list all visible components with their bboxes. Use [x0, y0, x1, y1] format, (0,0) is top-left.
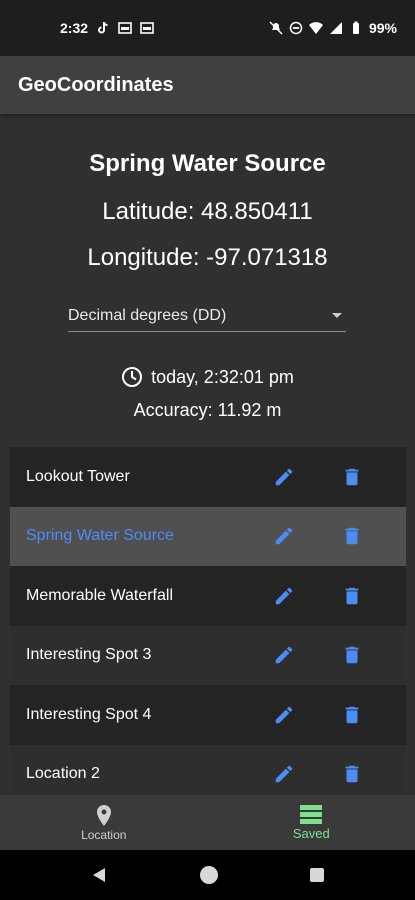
list-item[interactable]: Lookout Tower — [10, 447, 406, 507]
recents-icon[interactable] — [308, 866, 326, 884]
status-time: 2:32 — [60, 20, 89, 36]
nav-saved-label: Saved — [292, 826, 330, 841]
nav-saved[interactable]: Saved — [208, 795, 415, 850]
signal-icon — [329, 22, 342, 34]
delete-button[interactable] — [338, 701, 366, 729]
calendar-icon — [140, 22, 154, 34]
edit-icon — [275, 587, 293, 604]
edit-icon — [275, 765, 293, 783]
list-item-label: Lookout Tower — [26, 467, 130, 485]
accuracy-value: Accuracy: 11.92 m — [133, 400, 282, 420]
longitude-value: Longitude: -97.071318 — [87, 244, 328, 271]
list-item-label: Location 2 — [26, 765, 100, 783]
app-title: GeoCoordinates — [18, 73, 174, 96]
app-bar: GeoCoordinates — [0, 56, 415, 114]
saved-locations-list: Lookout Tower Spring Water Source Memora… — [10, 447, 406, 804]
nav-location[interactable]: Location — [0, 795, 208, 850]
mute-icon — [269, 21, 283, 35]
latitude-value: Latitude: 48.850411 — [102, 198, 313, 225]
delete-icon — [345, 528, 359, 545]
delete-icon — [345, 706, 359, 723]
list-item[interactable]: Interesting Spot 4 — [10, 685, 406, 745]
back-icon[interactable] — [90, 865, 110, 885]
location-name: Spring Water Source — [89, 150, 326, 177]
nav-location-label: Location — [81, 827, 127, 842]
coordinate-format-value: Decimal degrees (DD) — [68, 306, 227, 324]
tiktok-icon — [98, 21, 108, 34]
timestamp-row: today, 2:32:01 pm — [0, 366, 415, 388]
list-item[interactable]: Interesting Spot 3 — [10, 625, 406, 685]
edit-button[interactable] — [270, 701, 298, 729]
list-item-label: Interesting Spot 3 — [26, 646, 152, 664]
delete-icon — [345, 468, 359, 485]
list-item-label: Memorable Waterfall — [26, 586, 174, 604]
battery-icon — [352, 21, 359, 34]
clock-icon — [122, 367, 143, 387]
list-item-label: Interesting Spot 4 — [26, 705, 152, 723]
delete-button[interactable] — [338, 641, 366, 669]
delete-button[interactable] — [338, 522, 366, 550]
list-icon — [300, 805, 323, 824]
edit-button[interactable] — [270, 582, 298, 610]
location-pin-icon — [96, 804, 111, 826]
dropdown-arrow-icon — [332, 313, 342, 318]
battery-level: 99% — [368, 20, 397, 36]
edit-button[interactable] — [270, 522, 298, 550]
timestamp-value: today, 2:32:01 pm — [151, 366, 294, 387]
list-item[interactable]: Spring Water Source — [10, 506, 406, 566]
edit-button[interactable] — [270, 641, 298, 669]
edit-icon — [275, 706, 293, 723]
list-item-label: Spring Water Source — [26, 527, 174, 545]
edit-button[interactable] — [270, 463, 298, 491]
edit-icon — [275, 646, 293, 664]
delete-button[interactable] — [338, 582, 366, 610]
delete-button[interactable] — [338, 463, 366, 491]
system-navigation-bar — [0, 850, 415, 900]
edit-icon — [275, 527, 293, 545]
delete-icon — [345, 587, 359, 604]
wifi-icon — [308, 22, 323, 34]
list-item[interactable]: Memorable Waterfall — [10, 566, 406, 626]
delete-icon — [345, 766, 359, 783]
location-details: Spring Water Source Latitude: 48.850411 … — [0, 114, 415, 804]
calendar-icon — [118, 22, 132, 34]
home-icon[interactable] — [198, 864, 220, 886]
delete-icon — [345, 647, 359, 664]
edit-icon — [275, 468, 293, 485]
delete-button[interactable] — [338, 760, 366, 788]
coordinate-format-dropdown[interactable]: Decimal degrees (DD) — [68, 300, 346, 332]
status-bar: 2:32 99% — [0, 0, 415, 56]
bottom-navigation: Location Saved — [0, 795, 415, 850]
dnd-icon — [289, 21, 303, 35]
edit-button[interactable] — [270, 760, 298, 788]
